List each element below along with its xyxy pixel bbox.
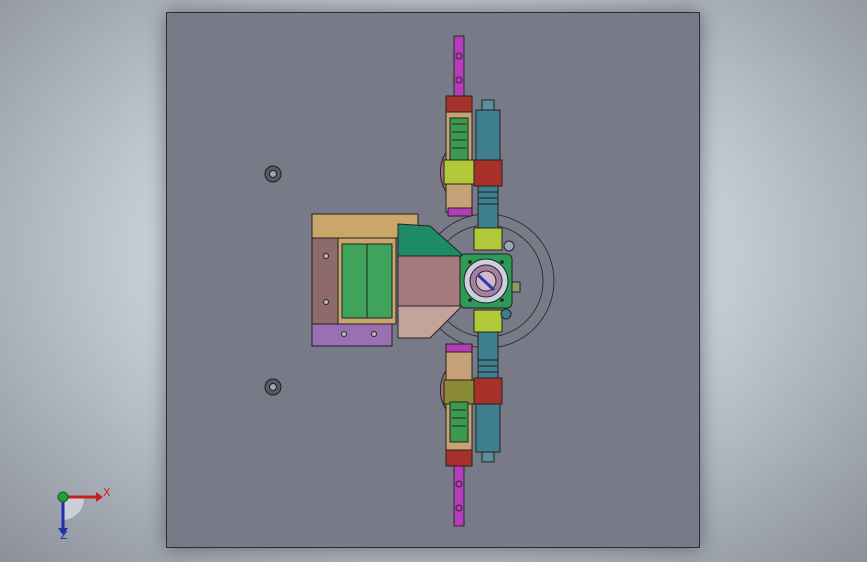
slide-assembly-lower[interactable] <box>443 343 475 467</box>
rod-top[interactable] <box>453 35 465 99</box>
gusset-teal[interactable] <box>397 223 468 259</box>
rotary-hub[interactable] <box>459 253 513 309</box>
mount-screw-top[interactable] <box>264 165 282 183</box>
z-axis-label: Z <box>60 529 68 542</box>
cad-viewport[interactable]: X Z <box>0 0 867 562</box>
gusset-beige[interactable] <box>397 305 464 339</box>
slide-assembly-upper[interactable] <box>443 95 475 217</box>
fitting-top[interactable] <box>503 240 515 252</box>
hub-block-right[interactable] <box>511 281 521 293</box>
mount-screw-bottom[interactable] <box>264 378 282 396</box>
fitting-bottom[interactable] <box>500 308 512 320</box>
cylinder-upper[interactable] <box>473 99 503 251</box>
gusset-pink[interactable] <box>397 255 461 307</box>
y-axis-dot <box>57 491 69 503</box>
cad-model[interactable] <box>0 0 867 562</box>
rod-bottom[interactable] <box>453 463 465 527</box>
x-axis-label: X <box>103 486 111 499</box>
cylinder-lower[interactable] <box>473 309 503 463</box>
x-axis-arrow <box>96 492 103 502</box>
